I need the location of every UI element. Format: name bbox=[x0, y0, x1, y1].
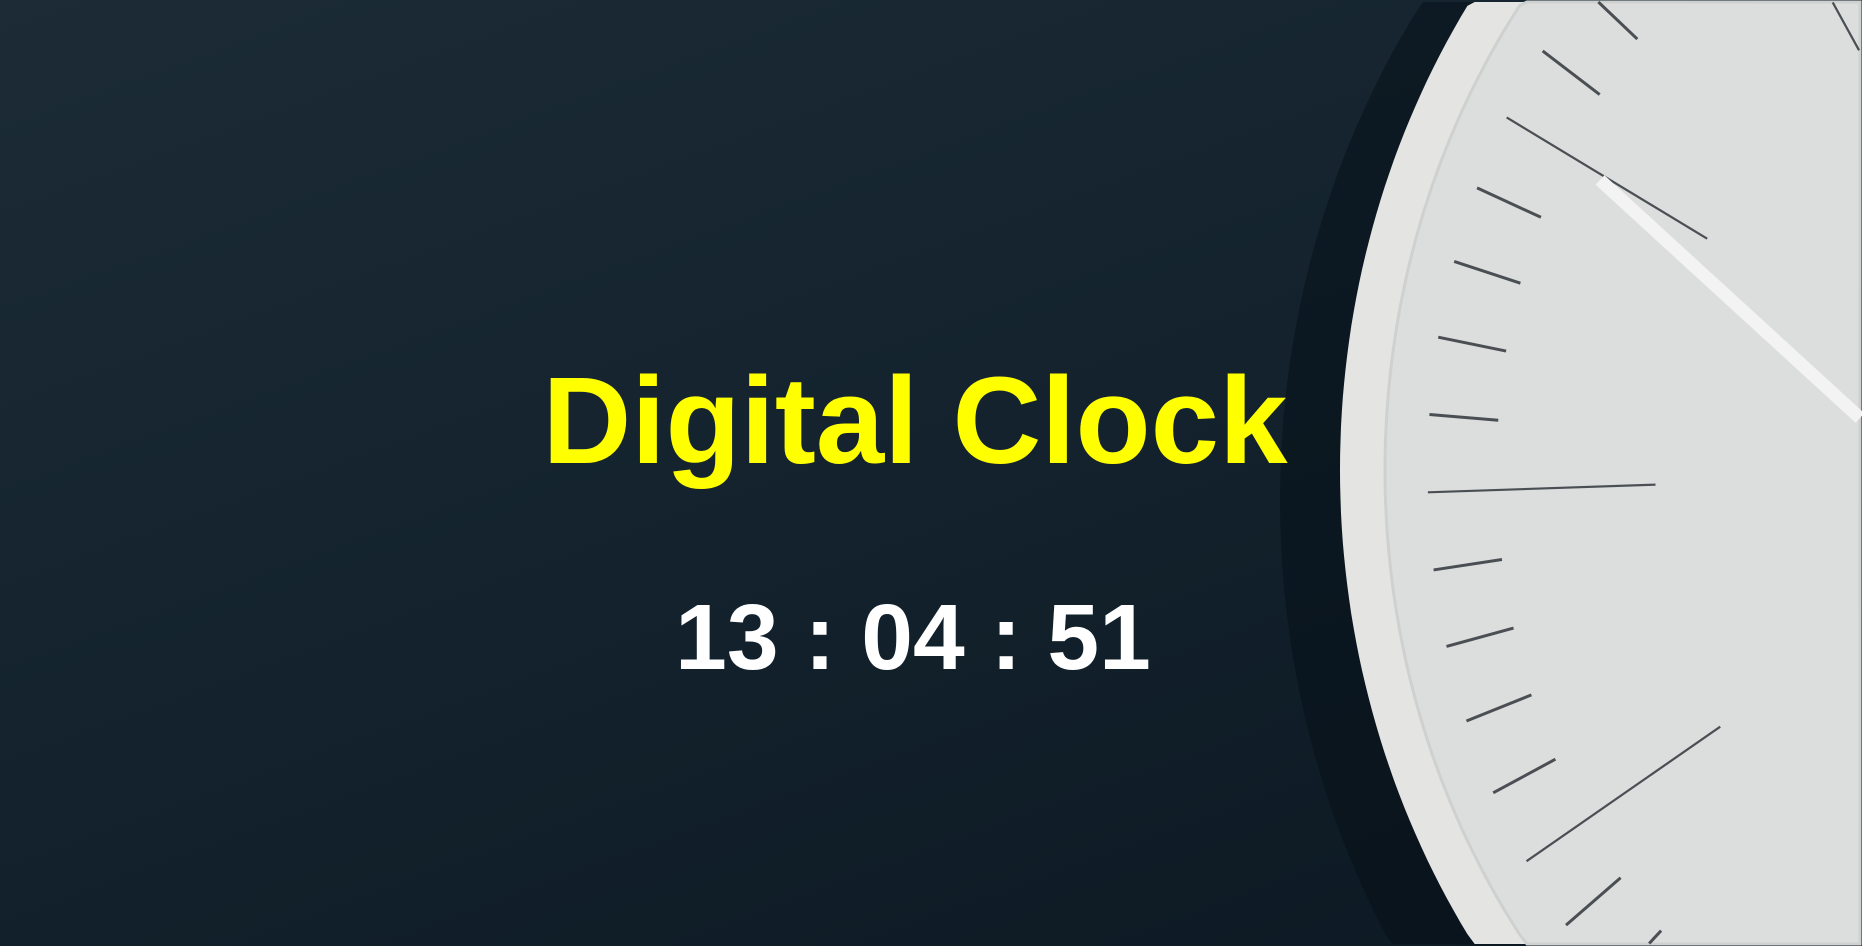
hours-value: 13 bbox=[675, 585, 779, 689]
separator: : bbox=[804, 585, 836, 689]
separator: : bbox=[990, 585, 1022, 689]
seconds-value: 51 bbox=[1047, 585, 1151, 689]
time-display: 13 : 04 : 51 bbox=[0, 582, 1826, 692]
page-title: Digital Clock bbox=[542, 353, 1288, 490]
minutes-value: 04 bbox=[861, 585, 965, 689]
